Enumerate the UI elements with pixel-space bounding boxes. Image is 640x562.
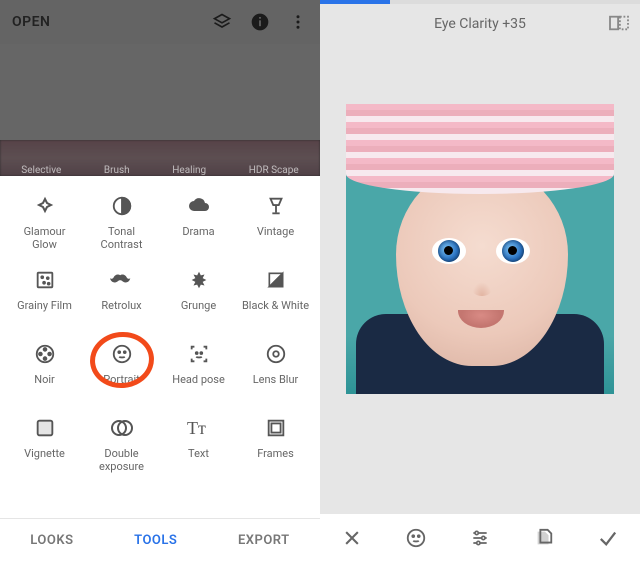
tool-label: Glamour Glow: [11, 226, 79, 251]
right-header: Eye Clarity +35: [320, 4, 640, 44]
compare-icon[interactable]: [608, 14, 630, 32]
face-icon[interactable]: [402, 524, 430, 552]
tool-label: Tonal Contrast: [88, 226, 156, 251]
tool-vintage[interactable]: Vintage: [237, 190, 314, 264]
tool-tonal-contrast[interactable]: Tonal Contrast: [83, 190, 160, 264]
tool-drama[interactable]: Drama: [160, 190, 237, 264]
tool-label: Head pose: [172, 374, 225, 387]
tool-retrolux[interactable]: Retrolux: [83, 264, 160, 338]
apply-button[interactable]: [594, 524, 622, 552]
cloud-icon: [187, 194, 211, 218]
tool-noir[interactable]: Noir: [6, 338, 83, 412]
svg-text:Tт: Tт: [187, 418, 206, 438]
tool-label: Portrait: [103, 374, 140, 387]
mustache-icon: [110, 268, 134, 292]
sliders-icon[interactable]: [466, 524, 494, 552]
face-icon: [110, 342, 134, 366]
cancel-button[interactable]: [338, 524, 366, 552]
image-canvas[interactable]: [320, 44, 640, 514]
tab-export[interactable]: EXPORT: [238, 533, 290, 548]
film-reel-icon: [33, 342, 57, 366]
tool-label: Grunge: [181, 300, 216, 313]
sparkle-icon: [33, 194, 57, 218]
tool-label: Lens Blur: [253, 374, 299, 387]
tool-double-exposure[interactable]: Double exposure: [83, 412, 160, 486]
tab-looks[interactable]: LOOKS: [30, 533, 73, 548]
tool-text[interactable]: Tт Text: [160, 412, 237, 486]
adjustment-title: Eye Clarity +35: [434, 16, 526, 32]
tab-tools[interactable]: TOOLS: [134, 533, 177, 548]
tool-glamour-glow[interactable]: Glamour Glow: [6, 190, 83, 264]
tool-black-white[interactable]: Black & White: [237, 264, 314, 338]
tool-head-pose[interactable]: Head pose: [160, 338, 237, 412]
right-toolbar: [320, 514, 640, 562]
bottom-tabs: LOOKS TOOLS EXPORT: [0, 518, 320, 562]
styles-icon[interactable]: [530, 524, 558, 552]
tool-grunge[interactable]: Grunge: [160, 264, 237, 338]
dim-overlay: [0, 0, 320, 176]
tool-frames[interactable]: Frames: [237, 412, 314, 486]
vignette-icon: [33, 416, 57, 440]
aperture-icon: [264, 342, 288, 366]
editor-left-pane: OPEN Selective Brush Heal: [0, 0, 320, 562]
tool-grainy-film[interactable]: Grainy Film: [6, 264, 83, 338]
face-scan-icon: [187, 342, 211, 366]
double-circle-icon: [110, 416, 134, 440]
tool-label: Grainy Film: [17, 300, 72, 313]
text-icon: Tт: [187, 416, 211, 440]
tool-vignette[interactable]: Vignette: [6, 412, 83, 486]
tool-label: Frames: [257, 448, 294, 461]
tool-label: Drama: [182, 226, 214, 239]
obscured-tool-row: Selective Brush Healing HDR Scape: [0, 152, 320, 176]
tool-lens-blur[interactable]: Lens Blur: [237, 338, 314, 412]
bw-square-icon: [264, 268, 288, 292]
tool-portrait[interactable]: Portrait: [83, 338, 160, 412]
splatter-icon: [187, 268, 211, 292]
tool-label: Double exposure: [88, 448, 156, 473]
left-preview-area: OPEN Selective Brush Heal: [0, 0, 320, 176]
tools-panel: Glamour Glow Tonal Contrast Drama: [0, 176, 320, 518]
edited-photo: [346, 104, 614, 394]
tool-label: Retrolux: [101, 300, 141, 313]
half-circle-icon: [110, 194, 134, 218]
lamp-icon: [264, 194, 288, 218]
tool-label: Noir: [34, 374, 55, 387]
tool-label: Text: [188, 448, 209, 461]
editor-right-pane: Eye Clarity +35: [320, 0, 640, 562]
frame-icon: [264, 416, 288, 440]
tool-label: Vintage: [257, 226, 294, 239]
grain-icon: [33, 268, 57, 292]
tool-label: Vignette: [24, 448, 65, 461]
tool-grid: Glamour Glow Tonal Contrast Drama: [6, 190, 314, 486]
tool-label: Black & White: [242, 300, 309, 313]
